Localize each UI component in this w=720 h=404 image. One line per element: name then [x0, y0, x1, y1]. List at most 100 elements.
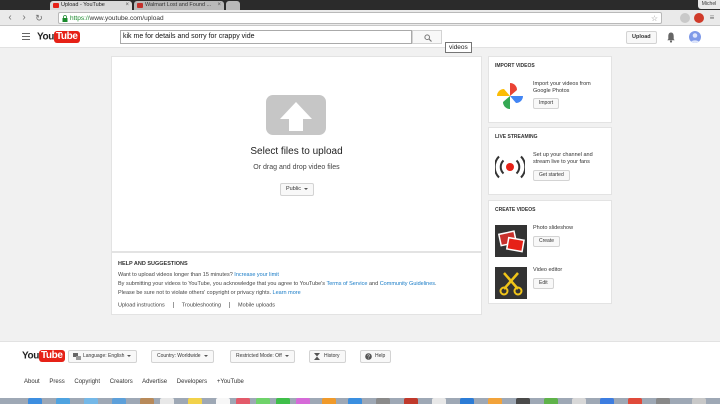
upload-drop-zone[interactable]: Select files to upload Or drag and drop …	[111, 56, 482, 252]
footer-link-creators[interactable]: Creators	[110, 379, 133, 385]
close-tab-icon[interactable]: ×	[125, 1, 129, 10]
import-videos-card: IMPORT VIDEOS Import your videos from Goo…	[488, 56, 612, 123]
language-picker[interactable]: Language: English	[68, 350, 138, 363]
dock-safari-icon[interactable]	[84, 398, 98, 404]
terms-of-service-link[interactable]: Terms of Service	[326, 281, 367, 287]
notifications-bell-icon[interactable]	[666, 31, 676, 43]
upload-arrow-icon[interactable]	[266, 95, 326, 135]
dock-app-icon[interactable]	[432, 398, 446, 404]
help-line-limit: Want to upload videos longer than 15 min…	[118, 272, 279, 278]
dock-app-icon[interactable]	[488, 398, 502, 404]
dock-facetime-icon[interactable]	[276, 398, 290, 404]
dock-contacts-icon[interactable]	[140, 398, 154, 404]
learn-more-link[interactable]: Learn more	[273, 290, 301, 296]
chevron-down-icon	[127, 354, 132, 357]
dock-app-icon[interactable]	[544, 398, 558, 404]
privacy-dropdown[interactable]: Public	[280, 183, 314, 196]
youtube-header: You Tube kik me for details and sorry for…	[0, 26, 720, 48]
browser-tab-strip: Upload - YouTube × Walmart Lost and Foun…	[0, 0, 720, 10]
dock-messages-icon[interactable]	[256, 398, 270, 404]
guide-menu-icon[interactable]	[22, 33, 30, 41]
avatar[interactable]	[689, 31, 701, 43]
dock-ibooks-icon[interactable]	[322, 398, 336, 404]
footer-link-developers[interactable]: Developers	[177, 379, 207, 385]
footer-link-advertise[interactable]: Advertise	[142, 379, 167, 385]
restricted-mode-picker[interactable]: Restricted Mode: Off	[230, 350, 295, 363]
help-line-terms: By submitting your videos to YouTube, yo…	[118, 281, 437, 287]
back-arrow-icon[interactable]: ‹	[4, 12, 16, 24]
search-input[interactable]: kik me for details and sorry for crappy …	[120, 30, 412, 44]
close-tab-icon[interactable]: ×	[217, 1, 221, 10]
drag-drop-hint: Or drag and drop video files	[253, 164, 340, 171]
dock-app-icon[interactable]	[628, 398, 642, 404]
edit-video-button[interactable]: Edit	[533, 278, 554, 289]
browser-tab-upload[interactable]: Upload - YouTube ×	[50, 1, 132, 10]
dock-app-icon[interactable]	[516, 398, 530, 404]
video-editor-label: Video editor	[533, 267, 563, 273]
dock-finder-icon[interactable]	[28, 398, 42, 404]
create-slideshow-button[interactable]: Create	[533, 236, 561, 247]
footer-link-about[interactable]: About	[24, 379, 40, 385]
footer-youtube-logo[interactable]: You Tube	[22, 350, 65, 362]
photo-slideshow-icon	[495, 225, 527, 257]
photo-slideshow-label: Photo slideshow	[533, 225, 574, 231]
get-started-button[interactable]: Get started	[533, 170, 570, 181]
youtube-logo[interactable]: You Tube	[37, 31, 80, 43]
community-guidelines-link[interactable]: Community Guidelines	[380, 281, 435, 287]
live-description: Set up your channel and stream live to yo…	[533, 152, 593, 165]
new-tab-button[interactable]	[226, 1, 240, 10]
help-title: HELP AND SUGGESTIONS	[118, 261, 188, 267]
chevron-down-icon	[284, 354, 289, 357]
chevron-down-icon	[203, 354, 208, 357]
forward-arrow-icon[interactable]: ›	[18, 12, 30, 24]
bookmark-star-icon[interactable]: ☆	[651, 13, 658, 24]
dock-reminders-icon[interactable]	[216, 398, 230, 404]
dock-preferences-icon[interactable]	[376, 398, 390, 404]
dock-app-icon[interactable]	[404, 398, 418, 404]
search-icon	[424, 34, 432, 42]
dock-itunes-icon[interactable]	[296, 398, 310, 404]
browser-menu-icon[interactable]: ≡	[706, 12, 718, 24]
search-button[interactable]	[412, 30, 442, 44]
help-line-copyright: Please be sure not to violate others' co…	[118, 290, 301, 296]
address-bar[interactable]: https://www.youtube.com/upload ☆	[58, 12, 662, 24]
dock-appstore-icon[interactable]	[348, 398, 362, 404]
live-streaming-title: LIVE STREAMING	[495, 134, 538, 140]
dock-app-icon[interactable]	[656, 398, 670, 404]
extension-lastpass-icon[interactable]	[694, 13, 704, 23]
dock-app-icon[interactable]	[460, 398, 474, 404]
reload-icon[interactable]: ↻	[33, 12, 45, 24]
footer-link-copyright[interactable]: Copyright	[74, 379, 100, 385]
privacy-value: Public	[286, 186, 301, 192]
upload-instructions-link[interactable]: Upload instructions	[118, 302, 165, 308]
browser-profile-chip[interactable]: Michel	[698, 0, 720, 9]
live-streaming-card: LIVE STREAMING Set up your channel and st…	[488, 127, 612, 195]
footer-link-press[interactable]: Press	[49, 379, 64, 385]
country-picker[interactable]: Country: Worldwide	[151, 350, 214, 363]
dock-app-icon[interactable]	[600, 398, 614, 404]
search-suggestion-tooltip: videos	[445, 42, 472, 53]
increase-limit-link[interactable]: Increase your limit	[234, 272, 279, 278]
dock-mail-icon[interactable]	[112, 398, 126, 404]
dock-calendar-icon[interactable]	[160, 398, 174, 404]
dock-photos-icon[interactable]	[236, 398, 250, 404]
import-videos-title: IMPORT VIDEOS	[495, 63, 535, 69]
history-button[interactable]: History	[309, 350, 346, 363]
footer-link-plus-youtube[interactable]: +YouTube	[217, 379, 244, 385]
dock-notes-icon[interactable]	[188, 398, 202, 404]
help-button[interactable]: ? Help	[360, 350, 392, 363]
create-videos-title: CREATE VIDEOS	[495, 207, 536, 213]
troubleshooting-link[interactable]: Troubleshooting	[182, 302, 221, 308]
dock-chrome-icon[interactable]	[56, 398, 70, 404]
mobile-uploads-link[interactable]: Mobile uploads	[238, 302, 275, 308]
language-icon	[73, 353, 81, 360]
import-button[interactable]: Import	[533, 98, 560, 109]
dock-trash-icon[interactable]	[692, 398, 706, 404]
upload-button[interactable]: Upload	[626, 31, 657, 44]
browser-tab-walmart[interactable]: Walmart Lost and Found ... ×	[134, 1, 224, 10]
url-text: https://www.youtube.com/upload	[70, 15, 164, 22]
live-broadcast-icon	[495, 155, 525, 179]
extension-icon[interactable]	[680, 13, 690, 23]
select-files-label[interactable]: Select files to upload	[112, 146, 481, 157]
dock-app-icon[interactable]	[572, 398, 586, 404]
